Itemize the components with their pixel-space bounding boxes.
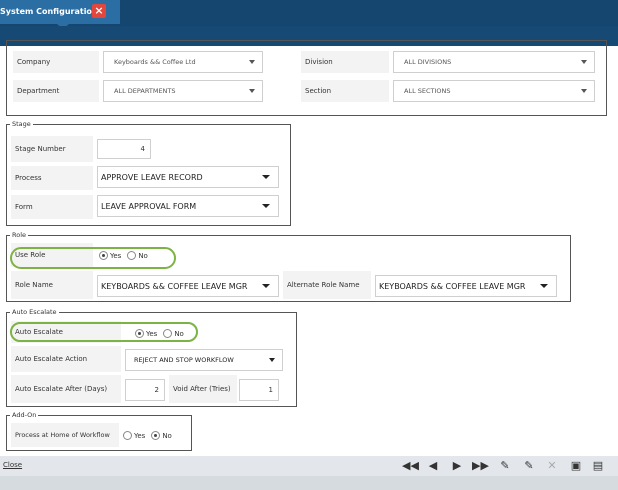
role-legend: Role [12,231,27,239]
role-name-value: KEYBOARDS && COFFEE LEAVE MGR [101,281,248,291]
use-role-radio-group: Yes No [99,250,154,260]
form-label: Form [11,195,93,219]
auto-escalate-yes-label: Yes [146,330,158,338]
chevron-down-icon [262,284,270,288]
alt-role-label: Alternate Role Name [283,271,371,299]
void-after-input[interactable]: 1 [239,379,279,401]
process-value: APPROVE LEAVE RECORD [101,172,203,182]
role-name-label: Role Name [11,271,93,299]
department-select[interactable]: ALL DEPARTMENTS [103,80,263,102]
auto-escalate-radio-group: Yes No [135,328,190,338]
section-value: ALL SECTIONS [404,87,451,95]
tab-system-configurations[interactable]: System Configurations × [0,0,120,24]
escalate-action-label: Auto Escalate Action [11,346,121,372]
process-home-radio-group: Yes No [123,430,178,440]
division-select[interactable]: ALL DIVISIONS [393,51,595,73]
stage-group: Stage Stage Number 4 Process APPROVE LEA… [6,120,291,226]
title-bar: System Configurations × [0,0,618,29]
division-label: Division [301,51,389,73]
role-group: Role Use Role Yes No Role Name KEYBOARDS… [6,231,571,302]
auto-escalate-group: Auto Escalate Auto Escalate Yes No Auto … [6,308,297,407]
process-label: Process [11,166,93,190]
stage-legend: Stage [12,120,31,128]
last-icon[interactable]: ▶▶ [472,459,489,473]
auto-escalate-yes-radio[interactable] [135,328,144,338]
escalate-after-days-input[interactable]: 2 [125,379,165,401]
form-select[interactable]: LEAVE APPROVAL FORM [97,195,279,217]
role-name-select[interactable]: KEYBOARDS && COFFEE LEAVE MGR [97,275,279,297]
filter-group: Company Keyboards && Coffee Ltd Division… [6,40,607,116]
chevron-down-icon [249,89,255,93]
department-value: ALL DEPARTMENTS [114,87,176,95]
chevron-down-icon [581,89,587,93]
next-icon[interactable]: ▶ [450,459,464,473]
chevron-down-icon [262,175,270,179]
escalate-action-select[interactable]: REJECT AND STOP WORKFLOW [125,349,283,371]
chevron-down-icon [262,204,270,208]
process-home-no-label: No [162,432,172,440]
section-label: Section [301,80,389,102]
department-label: Department [13,80,99,102]
form-content: Company Keyboards && Coffee Ltd Division… [0,40,618,456]
use-role-yes-radio[interactable] [99,250,108,260]
chevron-down-icon [249,60,255,64]
first-icon[interactable]: ◀◀ [402,459,419,473]
save-icon[interactable]: ▣ [569,459,583,473]
company-select[interactable]: Keyboards && Coffee Ltd [103,51,263,73]
clear-edit-icon[interactable]: ✎ [498,459,512,473]
auto-escalate-no-label: No [174,330,184,338]
section-select[interactable]: ALL SECTIONS [393,80,595,102]
use-role-no-radio[interactable] [127,250,137,260]
close-icon[interactable]: × [92,4,106,18]
process-home-no-radio[interactable] [151,430,161,440]
process-home-label: Process at Home of Workflow [11,423,119,447]
addon-group: Add-On Process at Home of Workflow Yes N… [6,411,192,451]
company-value: Keyboards && Coffee Ltd [114,58,196,66]
alt-role-select[interactable]: KEYBOARDS && COFFEE LEAVE MGR [375,275,557,297]
use-role-label: Use Role [11,243,93,267]
escalate-after-days-label: Auto Escalate After (Days) [11,375,121,403]
void-after-label: Void After (Tries) [169,375,237,403]
form-value: LEAVE APPROVAL FORM [101,201,197,211]
delete-icon[interactable]: ✕ [545,459,559,473]
tab-title: System Configurations [0,7,103,16]
save-edit-icon[interactable]: ▤ [591,459,605,473]
close-link[interactable]: Close [3,461,22,469]
chevron-down-icon [540,284,548,288]
process-select[interactable]: APPROVE LEAVE RECORD [97,166,279,188]
auto-escalate-no-radio[interactable] [163,328,173,338]
use-role-yes-label: Yes [110,252,122,260]
use-role-no-label: No [138,252,148,260]
auto-escalate-legend: Auto Escalate [12,308,57,316]
process-home-yes-radio[interactable] [123,430,132,440]
division-value: ALL DIVISIONS [404,58,452,66]
alt-role-value: KEYBOARDS && COFFEE LEAVE MGR [379,281,526,291]
prev-icon[interactable]: ◀ [426,459,440,473]
chevron-down-icon [269,358,275,362]
addon-legend: Add-On [12,411,37,419]
cancel-edit-icon[interactable]: ✎ [522,459,536,473]
footer-bar: Close ◀◀ ◀ ▶ ▶▶ ✎ ✎ ✕ ▣ ▤ [0,456,618,476]
company-label: Company [13,51,99,73]
chevron-down-icon [581,60,587,64]
status-strip [0,476,618,490]
stage-number-label: Stage Number [11,136,93,162]
process-home-yes-label: Yes [134,432,146,440]
escalate-action-value: REJECT AND STOP WORKFLOW [134,356,234,364]
auto-escalate-label: Auto Escalate [11,321,121,343]
stage-number-input[interactable]: 4 [97,139,151,159]
